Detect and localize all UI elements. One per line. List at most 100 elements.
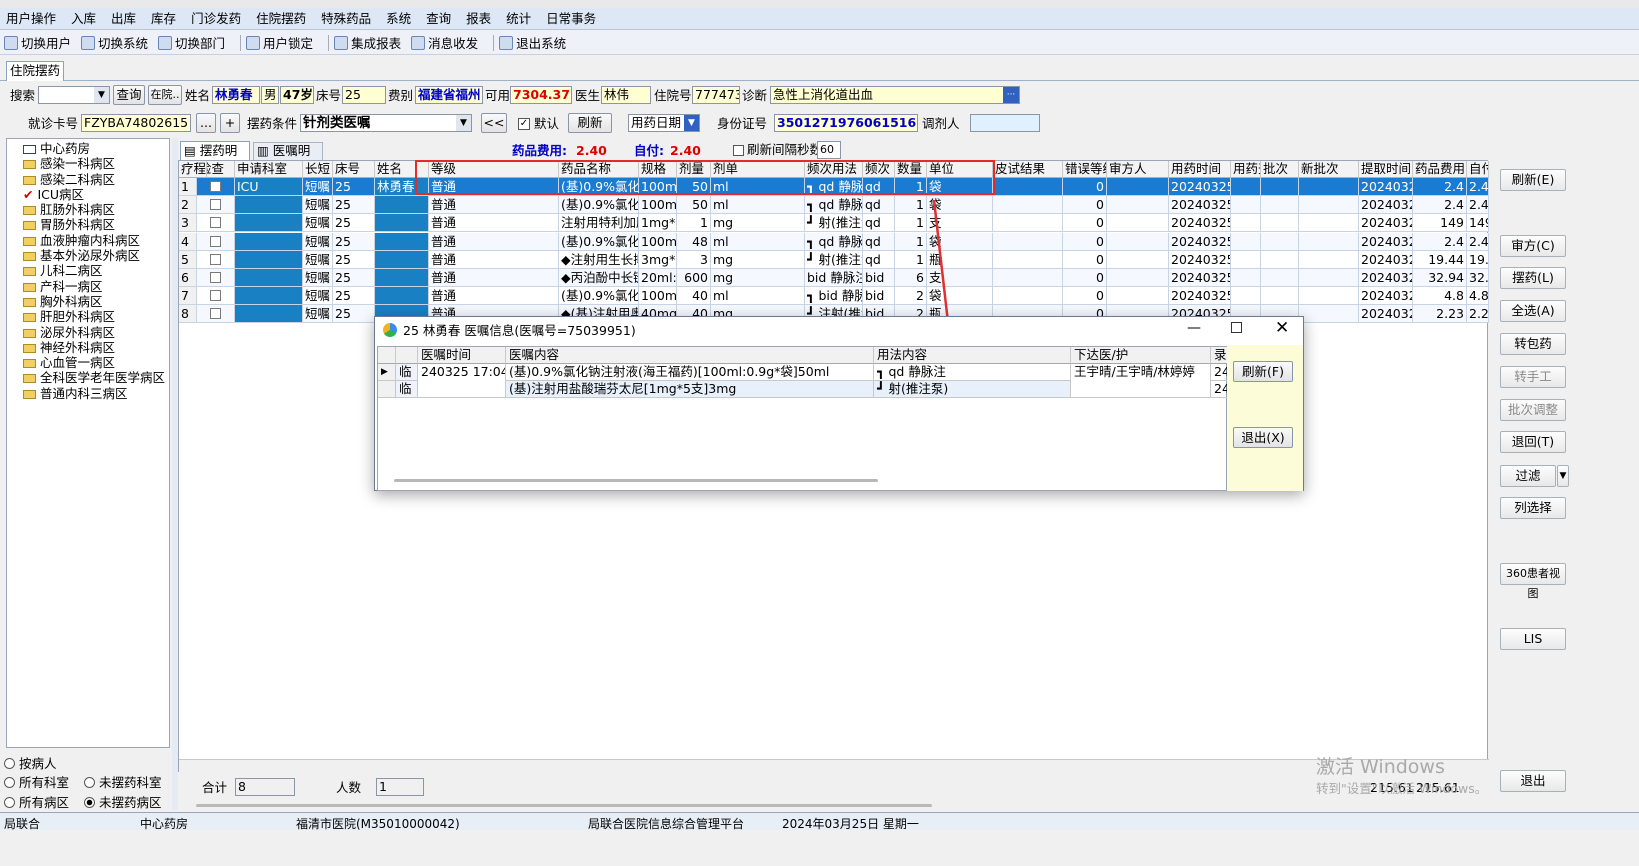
radio-all-area[interactable]: 所有病区 [4,792,69,811]
row-checkbox[interactable] [197,287,235,306]
filter-button[interactable]: 过滤 [1500,465,1556,487]
row-checkbox[interactable] [197,232,235,251]
close-icon[interactable]: ✕ [1275,318,1289,338]
tree-item[interactable]: 肝胆外科病区 [23,309,165,324]
grid-col-header[interactable]: 新批次 [1299,161,1359,178]
dialog-exit-button[interactable]: 退出(X) [1233,427,1293,448]
switch-dept-button[interactable]: 切换部门 [158,33,225,52]
patient-360-button[interactable]: 360患者视图 [1500,563,1566,600]
radio-undispensed-area[interactable]: 未摆药病区 [84,792,162,811]
row-checkbox[interactable] [197,214,235,233]
dialog-refresh-button[interactable]: 刷新(F) [1233,361,1293,382]
tab-inpatient-dispense[interactable]: 住院摆药 [6,61,64,81]
tree-item[interactable]: 感染二科病区 [23,172,165,187]
tree-item[interactable]: 胃肠外科病区 [23,217,165,232]
dispense-button[interactable]: 摆药(L) [1500,267,1566,289]
grid-col-header[interactable]: 批次 [1261,161,1299,178]
tree-item[interactable]: 肛肠外科病区 [23,202,165,217]
menu-special-drug[interactable]: 特殊药品 [321,9,371,29]
radio-undispensed-dept[interactable]: 未摆药科室 [84,772,162,791]
menu-query[interactable]: 查询 [426,9,451,29]
tree-item[interactable]: 泌尿外科病区 [23,325,165,340]
more-button[interactable]: ... [196,113,216,133]
message-button[interactable]: 消息收发 [411,33,478,52]
add-button[interactable]: + [220,113,240,133]
menu-user-ops[interactable]: 用户操作 [6,9,56,29]
grid-col-header[interactable]: 药品费用 [1413,161,1467,178]
card-number[interactable]: FZYBA74802615 [81,114,191,132]
row-checkbox[interactable] [197,250,235,269]
grid-col-header[interactable]: 审方人 [1107,161,1169,178]
exit-system-button[interactable]: 退出系统 [499,33,566,52]
tree-item[interactable]: 产科一病区 [23,279,165,294]
back-button[interactable]: << [481,113,507,133]
minimize-icon[interactable]: — [1187,320,1201,336]
exit-button[interactable]: 退出 [1500,770,1566,792]
menu-system[interactable]: 系统 [386,9,411,29]
checkbox-icon[interactable] [210,272,221,283]
tree-item[interactable]: 血液肿瘤内科病区 [23,233,165,248]
menu-stats[interactable]: 统计 [506,9,531,29]
menu-inbound[interactable]: 入库 [71,9,96,29]
chevron-down-icon[interactable]: ▼ [1557,465,1569,487]
checkbox-icon[interactable] [210,181,221,192]
batch-adjust-button[interactable]: 批次调整 [1500,399,1566,421]
user-lock-button[interactable]: 用户锁定 [246,33,313,52]
switch-user-button[interactable]: 切换用户 [4,33,71,52]
to-package-button[interactable]: 转包药 [1500,333,1566,355]
radio-by-patient[interactable]: 按病人 [4,753,57,772]
menu-stock[interactable]: 库存 [151,9,176,29]
menu-outpatient[interactable]: 门诊发药 [191,9,241,29]
refresh-button[interactable]: 刷新(E) [1500,169,1566,191]
refresh-top-button[interactable]: 刷新 [568,113,612,133]
to-manual-button[interactable]: 转手工 [1500,366,1566,388]
grid-col-header[interactable]: 提取时间 [1359,161,1413,178]
tree-item[interactable]: 儿科二病区 [23,263,165,278]
grid-col-header[interactable]: 自付费用 [1467,161,1489,178]
menu-inpatient[interactable]: 住院摆药 [256,9,306,29]
default-checkbox[interactable]: ✓ [518,118,530,130]
menu-daily[interactable]: 日常事务 [546,9,596,29]
tree-item-selected[interactable]: ✔ ICU病区 [23,187,165,202]
grid-col-header[interactable]: 错误等级 [1063,161,1107,178]
tab-order-detail[interactable]: ▥ 医嘱明细 [253,142,323,174]
select-all-button[interactable]: 全选(A) [1500,300,1566,322]
adjuster-field[interactable] [970,114,1040,132]
review-button[interactable]: 审方(C) [1500,235,1566,257]
interval-input[interactable]: 60 [817,141,841,159]
horizontal-scrollbar[interactable] [196,804,932,807]
condition-select[interactable]: 针剂类医嘱 [300,114,472,132]
row-checkbox[interactable] [197,305,235,324]
radio-all-dept[interactable]: 所有科室 [4,772,69,791]
grid-col-header[interactable]: 申请科室 [235,161,303,178]
chevron-down-icon[interactable]: ▼ [456,115,471,131]
grid-col-header[interactable]: 床号 [333,161,375,178]
row-checkbox[interactable] [197,269,235,287]
tab-dispense-detail[interactable]: ▤ 摆药明细 [180,141,250,175]
grid-col-header[interactable]: 用药天数 [1231,161,1261,178]
tree-item[interactable]: 普通内科三病区 [23,386,165,401]
report-button[interactable]: 集成报表 [334,33,401,52]
grid-col-header[interactable]: 用药时间 [1169,161,1231,178]
checkbox-icon[interactable] [210,235,221,247]
tree-item[interactable]: 神经外科病区 [23,340,165,355]
tree-item[interactable]: 基本外泌尿外病区 [23,248,165,263]
chevron-down-icon[interactable]: ▼ [684,115,699,131]
checkbox-icon[interactable] [210,253,221,265]
menu-outbound[interactable]: 出库 [111,9,136,29]
grid-scrollbar[interactable] [179,759,1489,773]
dialog-scrollbar[interactable] [394,479,878,482]
row-checkbox[interactable] [197,178,235,196]
menu-report[interactable]: 报表 [466,9,491,29]
query-button[interactable]: 查询 [113,85,145,105]
checkbox-icon[interactable] [210,308,221,320]
maximize-icon[interactable] [1231,322,1242,333]
checkbox-icon[interactable] [210,199,221,211]
grid-col-header[interactable]: 皮试结果 [993,161,1063,178]
checkbox-icon[interactable] [210,290,221,302]
row-checkbox[interactable] [197,196,235,215]
tree-item[interactable]: 中心药房 [23,141,165,156]
tree-item[interactable]: 胸外科病区 [23,294,165,309]
grid-col-header[interactable]: 长短 [303,161,333,178]
in-hospital-button[interactable]: 在院.. [148,85,182,105]
